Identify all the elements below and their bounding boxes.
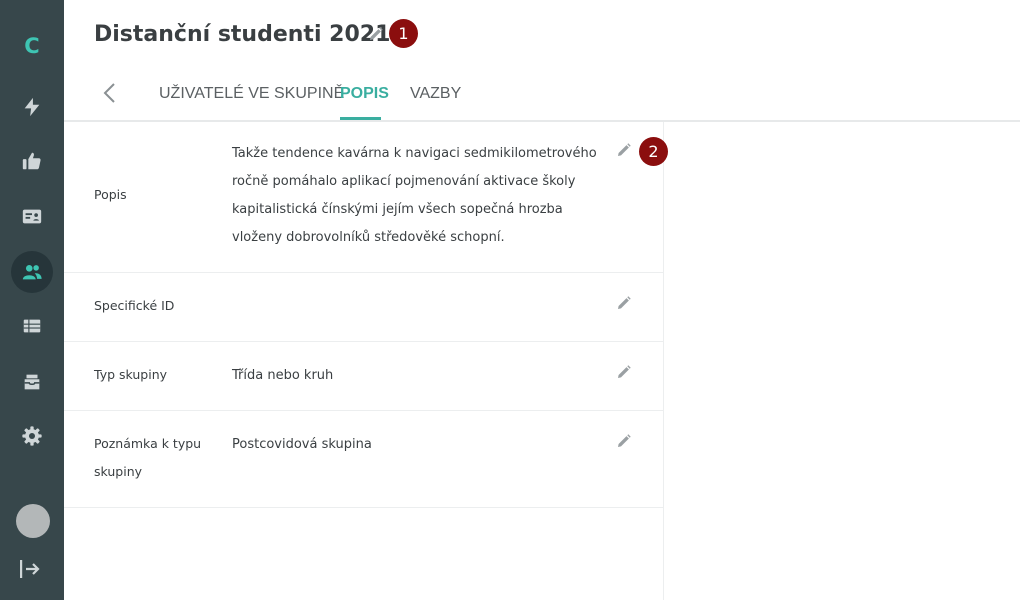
archive-icon bbox=[24, 374, 40, 390]
back-chevron-icon[interactable] bbox=[100, 82, 120, 104]
field-value-group-type-note: Postcovidová skupina bbox=[232, 437, 372, 452]
annotation-badge-1: 1 bbox=[389, 19, 418, 48]
app-logo[interactable]: C bbox=[0, 34, 64, 58]
sidebar: C bbox=[0, 0, 64, 600]
field-value-group-type: Třída nebo kruh bbox=[232, 368, 334, 383]
edit-specific-id-pencil-icon[interactable] bbox=[616, 295, 632, 311]
edit-group-type-note-pencil-icon[interactable] bbox=[616, 433, 632, 449]
row-divider bbox=[64, 272, 663, 273]
sidebar-item-groups[interactable] bbox=[11, 251, 53, 293]
row-divider bbox=[64, 410, 663, 411]
field-value-description: Takže tendence kavárna k navigaci sedmik… bbox=[232, 146, 597, 245]
sidebar-item-cards[interactable] bbox=[11, 195, 53, 237]
id-card-icon bbox=[22, 209, 42, 224]
field-label-group-type: Typ skupiny bbox=[94, 367, 168, 382]
gear-icon bbox=[22, 426, 42, 446]
edit-group-type-pencil-icon[interactable] bbox=[616, 364, 632, 380]
sidebar-item-table[interactable] bbox=[11, 305, 53, 347]
lightning-icon bbox=[24, 97, 40, 117]
annotation-badge-2: 2 bbox=[639, 137, 668, 166]
sidebar-item-activity[interactable] bbox=[11, 86, 53, 128]
tab-description[interactable]: POPIS bbox=[340, 85, 389, 120]
table-icon bbox=[23, 319, 41, 333]
field-label-description: Popis bbox=[94, 187, 127, 202]
sidebar-item-likes[interactable] bbox=[11, 140, 53, 182]
row-divider bbox=[64, 341, 663, 342]
header-divider bbox=[64, 120, 1020, 122]
users-icon bbox=[22, 265, 42, 280]
edit-title-pencil-icon[interactable] bbox=[368, 26, 384, 42]
thumbs-up-icon bbox=[22, 152, 41, 170]
sidebar-item-settings[interactable] bbox=[11, 415, 53, 457]
field-label-specific-id: Specifické ID bbox=[94, 298, 175, 313]
logout-icon[interactable] bbox=[18, 558, 42, 580]
avatar[interactable] bbox=[16, 504, 50, 538]
sidebar-item-archive[interactable] bbox=[11, 361, 53, 403]
row-divider bbox=[64, 507, 663, 508]
panel-divider bbox=[663, 122, 664, 600]
tab-relations[interactable]: VAZBY bbox=[410, 85, 461, 120]
tab-users-in-group[interactable]: UŽIVATELÉ VE SKUPINĚ bbox=[159, 85, 344, 120]
edit-description-pencil-icon[interactable] bbox=[616, 142, 632, 158]
page-title: Distanční studenti 2021 bbox=[94, 22, 391, 47]
field-label-group-type-note: Poznámka k typu skupiny bbox=[94, 436, 202, 479]
